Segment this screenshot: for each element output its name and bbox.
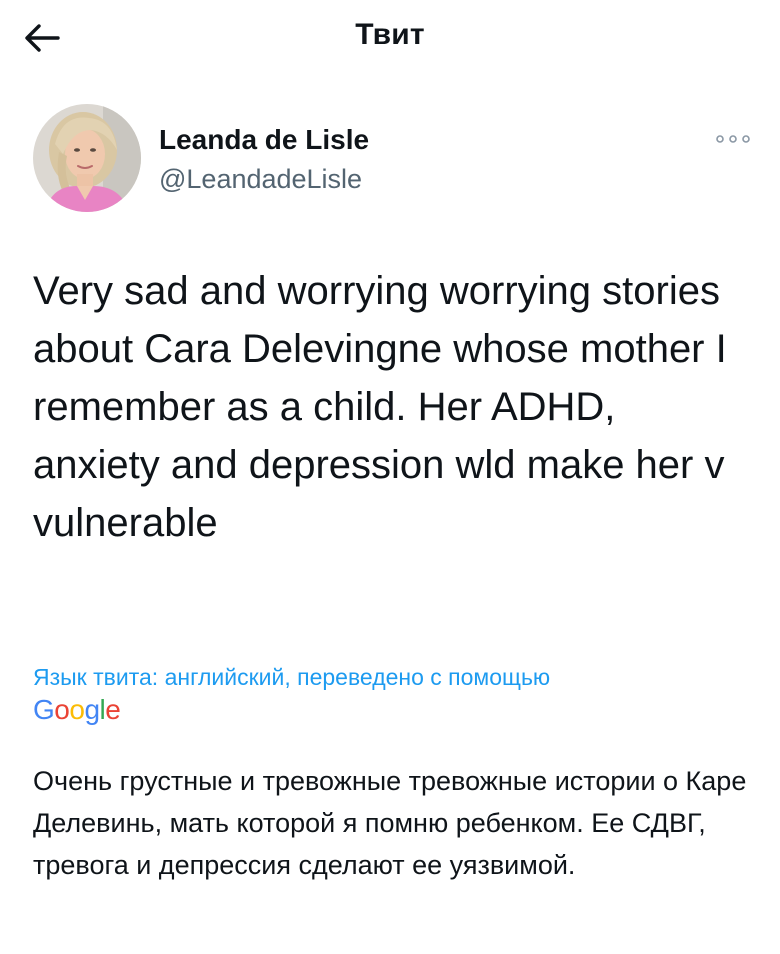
more-button[interactable]	[713, 124, 753, 154]
translation-note: Язык твита: английский, переведено с пом…	[33, 664, 551, 690]
author-handle[interactable]: @LeandadeLisle	[159, 164, 362, 195]
avatar[interactable]	[33, 104, 141, 212]
page-title: Твит	[355, 18, 425, 51]
tweet-author: Leanda de Lisle @LeandadeLisle	[33, 104, 753, 216]
top-bar: Твит	[0, 0, 780, 80]
tweet-text: Very sad and worrying worrying stories a…	[33, 269, 727, 545]
author-name[interactable]: Leanda de Lisle	[159, 124, 369, 156]
more-horizontal-icon	[716, 135, 750, 143]
translated-text: Очень грустные и тревожные тревожные ист…	[33, 766, 747, 880]
google-logo: Google	[33, 694, 121, 725]
